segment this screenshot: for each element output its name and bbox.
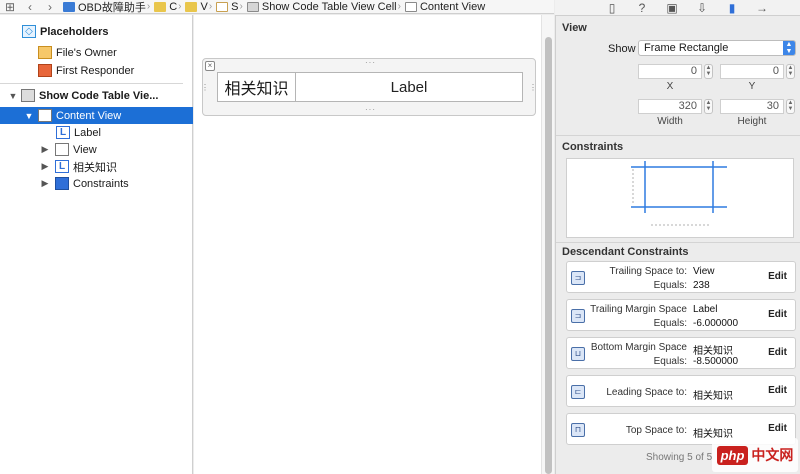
constraint-trailing-space[interactable]: ⊐ Trailing Space to: View Equals: 238 Ed… [566, 261, 796, 293]
outline-cell[interactable]: ▼ Show Code Table Vie... [0, 87, 193, 104]
divider [0, 83, 183, 84]
resize-handle-left[interactable]: ⋮ [201, 83, 210, 92]
edit-button[interactable]: Edit [768, 271, 787, 282]
forward-chevron-icon[interactable]: › [40, 0, 60, 13]
x-field[interactable]: 0 [638, 64, 702, 79]
help-icon[interactable]: ? [627, 1, 657, 15]
breadcrumb-cell[interactable]: Show Code Table View Cell [244, 1, 397, 13]
related-items-icon[interactable]: ⊞ [0, 0, 20, 13]
bottom-constraint-icon: ⊔ [571, 347, 585, 361]
outline-label[interactable]: L Label [0, 124, 193, 141]
canvas-scrollbar[interactable] [541, 15, 554, 474]
first-responder-icon [38, 64, 52, 77]
divider [556, 135, 800, 136]
trailing-constraint-icon: ⊐ [571, 309, 585, 323]
edit-button[interactable]: Edit [768, 309, 787, 320]
back-chevron-icon[interactable]: ‹ [20, 0, 40, 13]
table-cell-icon [246, 1, 259, 12]
file-inspector-icon[interactable]: ▯ [597, 1, 627, 15]
disclosure-open-icon[interactable]: ▼ [8, 91, 18, 101]
constraint-bottom-margin[interactable]: ⊔ Bottom Margin Space 相关知识 Equals: -8.50… [566, 337, 796, 369]
constraint-leading-space[interactable]: ⊏ Leading Space to: 相关知识 Edit [566, 375, 796, 407]
outline-first-responder[interactable]: First Responder [0, 62, 193, 79]
disclosure-open-icon[interactable]: ▼ [24, 111, 34, 121]
size-inspector-icon[interactable]: ▮ [717, 1, 747, 15]
table-cell-icon [21, 89, 35, 102]
width-field[interactable]: 320 [638, 99, 702, 114]
outline-view[interactable]: ▶ View [0, 141, 193, 158]
top-constraint-icon: ⊓ [571, 423, 585, 437]
breadcrumb-content-view[interactable]: Content View [402, 1, 485, 13]
y-stepper[interactable]: ▲ ▼ [786, 64, 795, 79]
height-caption: Height [737, 116, 767, 127]
edit-button[interactable]: Edit [768, 347, 787, 358]
width-caption: Width [657, 116, 683, 127]
constraints-section-title: Constraints [562, 141, 624, 153]
divider [556, 242, 800, 243]
breadcrumb-file-s[interactable]: S [213, 1, 239, 13]
constraints-diagram-graphic [631, 161, 727, 226]
leading-constraint-icon: ⊏ [571, 385, 585, 399]
size-inspector: View Show Frame Rectangle ▲ ▼ 0 ▲ ▼ 0 ▲ ▼ X… [555, 16, 800, 474]
view-section-title: View [562, 22, 587, 34]
x-caption: X [666, 81, 674, 92]
content-view[interactable]: 相关知识 Label [217, 72, 523, 102]
identity-inspector-icon[interactable]: ▣ [657, 1, 687, 15]
attributes-inspector-icon[interactable]: ⇩ [687, 1, 717, 15]
descendant-constraints-title: Descendant Constraints [562, 246, 689, 258]
outline-xiangguan-label[interactable]: ▶ L 相关知识 [0, 158, 193, 175]
document-outline: ◇ Placeholders File's Owner First Respon… [0, 15, 193, 474]
folder-icon [154, 1, 167, 12]
show-label: Show [608, 43, 636, 55]
width-stepper[interactable]: ▲ ▼ [704, 99, 713, 114]
disclosure-closed-icon[interactable]: ▶ [40, 161, 50, 172]
cube-icon: ◇ [22, 25, 36, 38]
connections-inspector-icon[interactable]: → [747, 1, 777, 15]
edit-button[interactable]: Edit [768, 385, 787, 396]
xib-file-icon [216, 1, 229, 12]
xiangguan-label[interactable]: 相关知识 [218, 73, 296, 101]
breadcrumb-folder-v[interactable]: V [182, 1, 208, 13]
resize-handle-bottom[interactable]: ··· [365, 105, 376, 114]
show-select[interactable]: Frame Rectangle ▲ ▼ [638, 40, 796, 56]
table-view-cell[interactable]: × ··· ··· ⋮ ⋮ 相关知识 Label [201, 58, 538, 116]
constraints-icon [55, 177, 69, 190]
close-icon[interactable]: × [205, 61, 215, 71]
view-icon [38, 109, 52, 122]
outline-constraints[interactable]: ▶ Constraints [0, 175, 193, 192]
constraint-trailing-margin[interactable]: ⊐ Trailing Margin Space Label Equals: -6… [566, 299, 796, 331]
label-icon: L [56, 126, 70, 139]
outline-files-owner[interactable]: File's Owner [0, 44, 193, 61]
label-icon: L [55, 160, 69, 173]
scroll-thumb[interactable] [545, 37, 552, 474]
outline-placeholders[interactable]: ◇ Placeholders [0, 23, 193, 40]
breadcrumb-folder-c[interactable]: C [151, 1, 177, 13]
files-owner-icon [38, 46, 52, 59]
jump-bar: ⊞ ‹ › OBD故障助手 › C › V › S › Show Code Ta… [0, 0, 554, 14]
app-project-icon [63, 1, 75, 12]
height-stepper[interactable]: ▲ ▼ [786, 99, 795, 114]
y-field[interactable]: 0 [720, 64, 784, 79]
interface-builder-canvas[interactable]: × ··· ··· ⋮ ⋮ 相关知识 Label [194, 15, 541, 474]
view-icon [55, 143, 69, 156]
disclosure-closed-icon[interactable]: ▶ [40, 144, 50, 155]
showing-count: Showing 5 of 5 [646, 452, 713, 463]
outline-content-view[interactable]: ▼ Content View [0, 107, 193, 124]
y-caption: Y [748, 81, 756, 92]
constraints-diagram[interactable] [566, 158, 794, 238]
inspector-toolbar: ▯ ? ▣ ⇩ ▮ → [555, 0, 800, 16]
height-field[interactable]: 30 [720, 99, 784, 114]
label[interactable]: Label [296, 73, 522, 101]
resize-handle-top[interactable]: ··· [365, 58, 376, 67]
resize-handle-right[interactable]: ⋮ [529, 83, 538, 92]
trailing-constraint-icon: ⊐ [571, 271, 585, 285]
select-arrows-icon: ▲ ▼ [783, 41, 795, 55]
php-cn-watermark: php 中文网 [712, 438, 798, 472]
disclosure-closed-icon[interactable]: ▶ [40, 178, 50, 189]
view-icon [404, 1, 417, 12]
breadcrumb-project[interactable]: OBD故障助手 [60, 0, 146, 13]
folder-icon [185, 1, 198, 12]
x-stepper[interactable]: ▲ ▼ [704, 64, 713, 79]
edit-button[interactable]: Edit [768, 423, 787, 434]
